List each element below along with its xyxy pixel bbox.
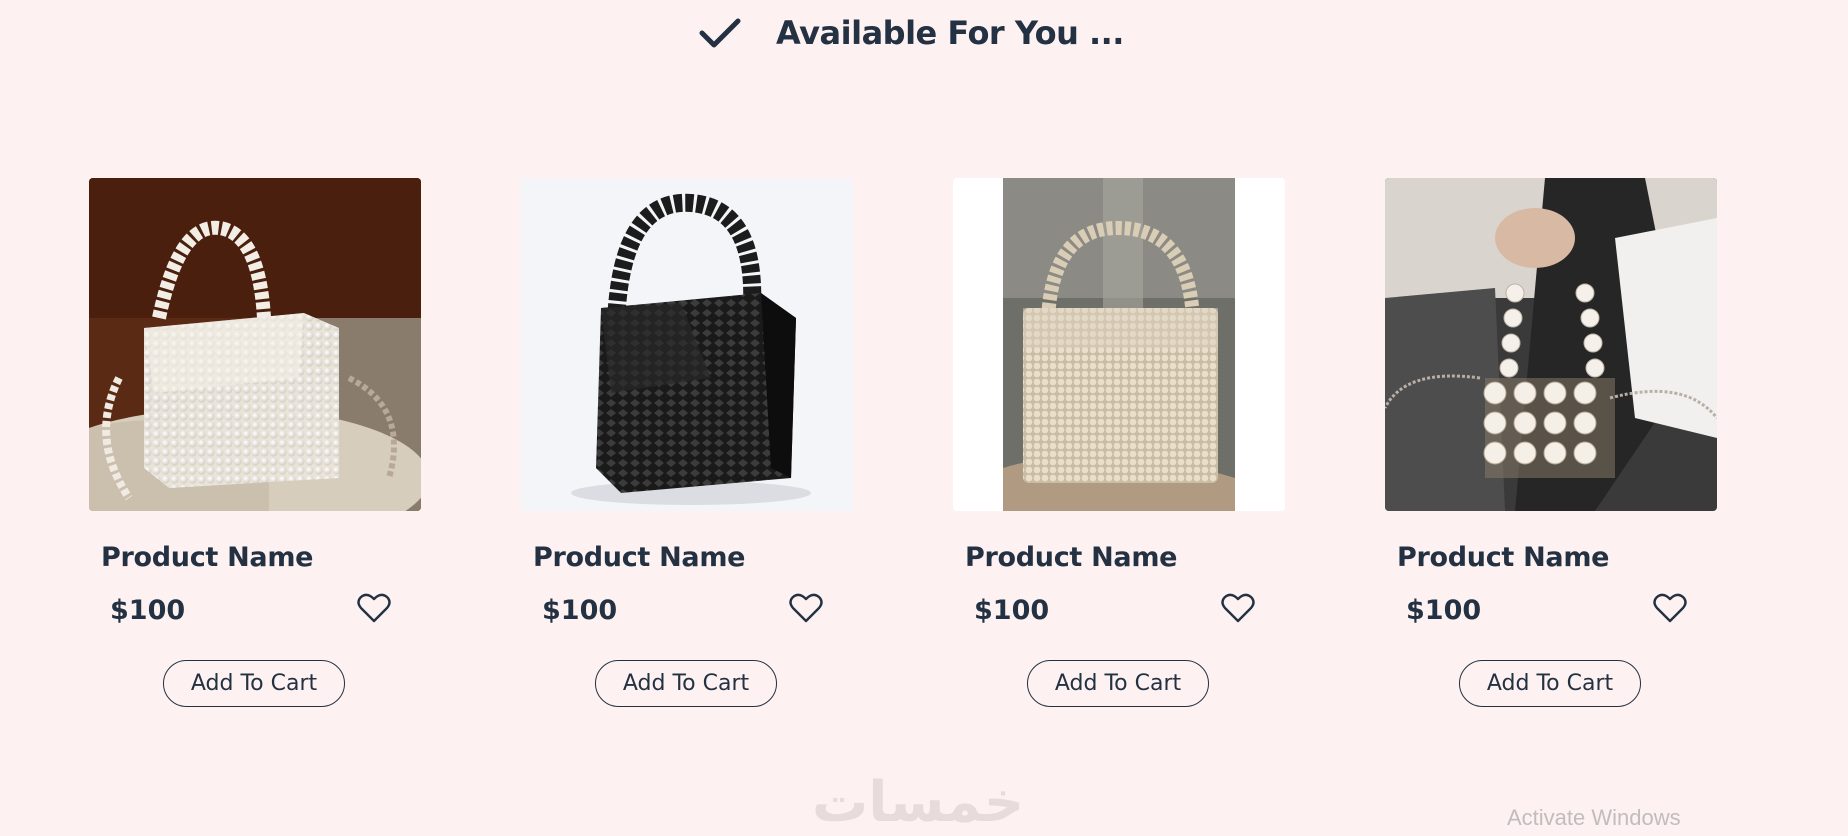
product-name[interactable]: Product Name	[1397, 542, 1609, 573]
add-to-cart-button[interactable]: Add To Cart	[163, 660, 345, 707]
add-to-cart-button[interactable]: Add To Cart	[1459, 660, 1641, 707]
heart-icon[interactable]	[1653, 592, 1687, 624]
product-name[interactable]: Product Name	[101, 542, 313, 573]
product-image-white-pearl-bag[interactable]	[89, 178, 421, 511]
product-card: Product Name $100 Add To Cart	[1385, 178, 1717, 718]
add-to-cart-button[interactable]: Add To Cart	[595, 660, 777, 707]
product-price: $100	[542, 595, 618, 626]
product-price: $100	[110, 595, 186, 626]
product-name[interactable]: Product Name	[533, 542, 745, 573]
watermark-logo: خمسات	[812, 770, 1025, 835]
activate-windows-notice: Activate Windows	[1507, 805, 1681, 830]
product-image-black-beaded-bag[interactable]	[521, 178, 853, 511]
product-price: $100	[1406, 595, 1482, 626]
product-name[interactable]: Product Name	[965, 542, 1177, 573]
product-image-champagne-pearl-bag[interactable]	[953, 178, 1285, 511]
heart-icon[interactable]	[357, 592, 391, 624]
product-price: $100	[974, 595, 1050, 626]
product-card: Product Name $100 Add To Cart	[521, 178, 853, 718]
section-title: Available For You ...	[776, 14, 1124, 52]
add-to-cart-button[interactable]: Add To Cart	[1027, 660, 1209, 707]
check-icon	[699, 18, 741, 48]
heart-icon[interactable]	[789, 592, 823, 624]
section-header: Available For You ...	[0, 14, 1848, 52]
heart-icon[interactable]	[1221, 592, 1255, 624]
product-image-pearl-chain-bag[interactable]	[1385, 178, 1717, 511]
product-card: Product Name $100 Add To Cart	[953, 178, 1285, 718]
product-card: Product Name $100 Add To Cart	[89, 178, 421, 718]
product-grid: Product Name $100 Add To Cart Product Na…	[89, 178, 1817, 718]
